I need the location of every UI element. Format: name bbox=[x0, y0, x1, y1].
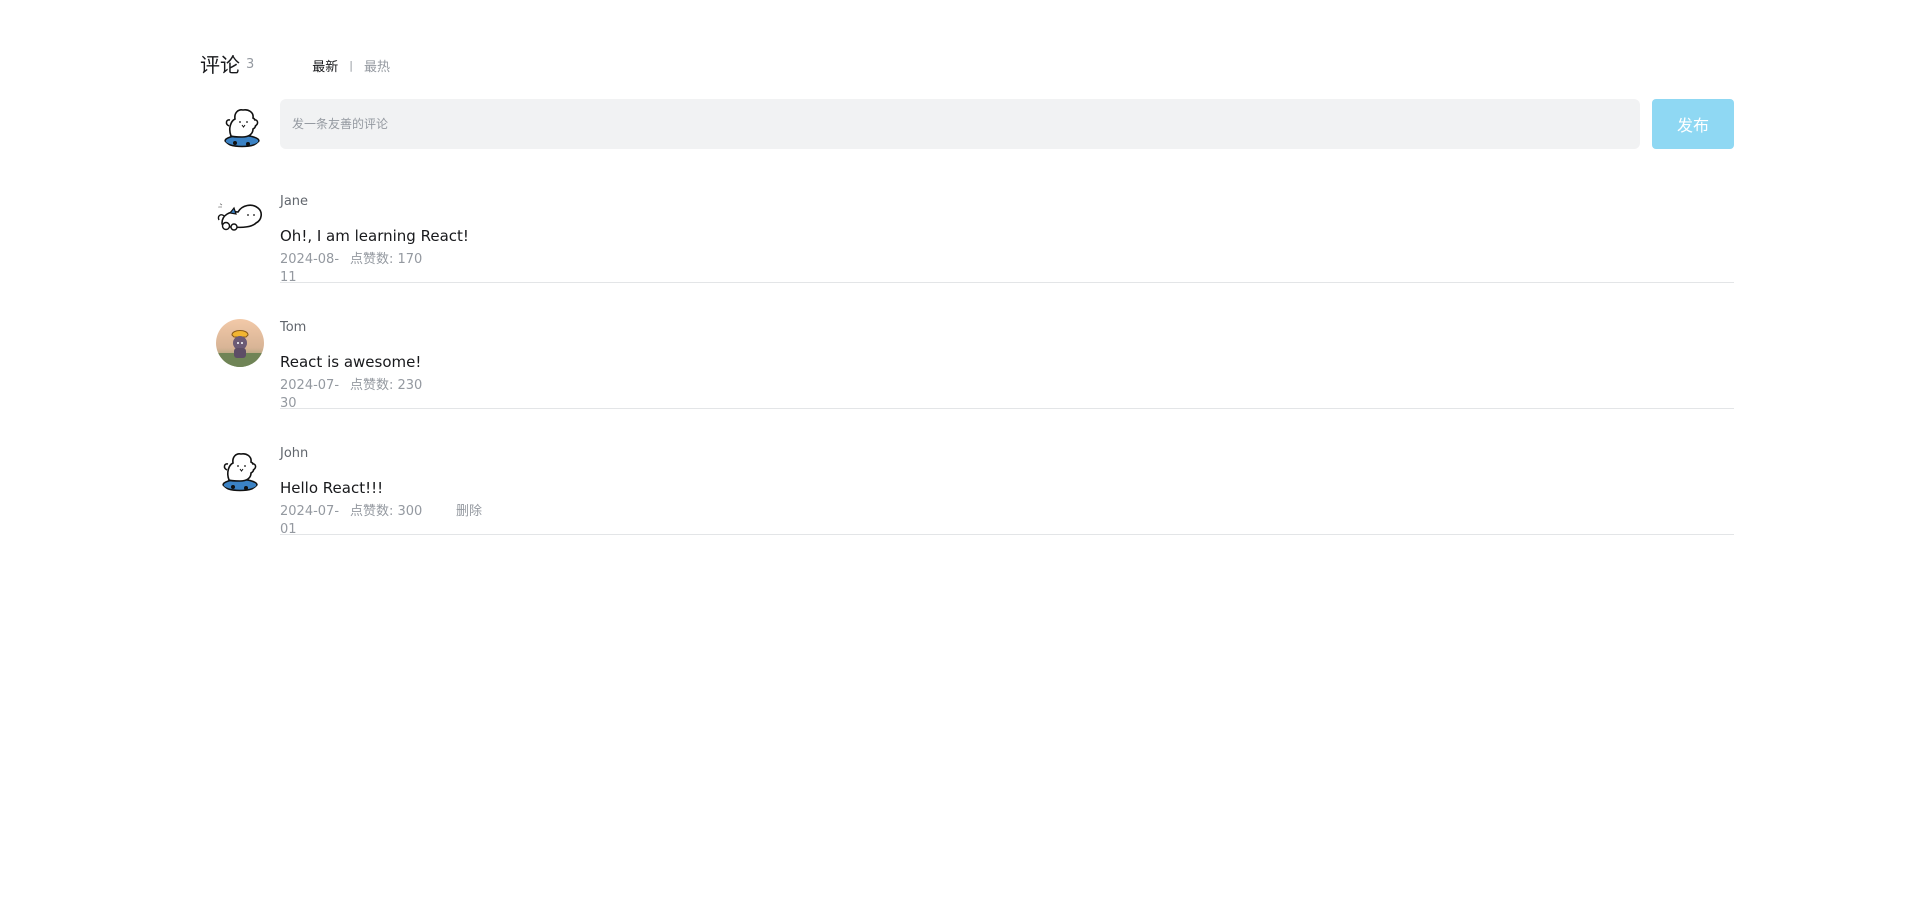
avatar bbox=[216, 319, 264, 367]
avatar bbox=[216, 445, 264, 493]
puppy-lying-avatar-icon bbox=[216, 193, 264, 241]
current-user-avatar bbox=[218, 101, 266, 149]
puppy-skateboard-avatar-icon bbox=[216, 445, 264, 493]
comment-input[interactable] bbox=[280, 99, 1640, 149]
comment-header: 评论 3 最新 | 最热 bbox=[200, 50, 390, 80]
comment-username[interactable]: Tom bbox=[280, 319, 306, 337]
publish-button[interactable]: 发布 bbox=[1652, 99, 1734, 149]
divider bbox=[280, 282, 1734, 283]
comment-text: React is awesome! bbox=[280, 353, 422, 371]
comment-text: Hello React!!! bbox=[280, 479, 384, 497]
sort-tabs: 最新 | 最热 bbox=[312, 56, 390, 75]
comment-item: Jane Oh!, I am learning React! 2024-08-1… bbox=[0, 193, 1920, 319]
sort-latest-tab[interactable]: 最新 bbox=[312, 56, 338, 75]
comment-username[interactable]: Jane bbox=[280, 193, 308, 211]
comment-item: John Hello React!!! 2024-07-01 点赞数: 300 … bbox=[0, 445, 1920, 571]
comment-title: 评论 bbox=[200, 53, 240, 77]
sort-hot-tab[interactable]: 最热 bbox=[364, 56, 390, 75]
divider bbox=[280, 534, 1734, 535]
divider bbox=[280, 408, 1734, 409]
comment-page: 评论 3 最新 | 最热 发布 bbox=[0, 0, 1920, 919]
puppy-skateboard-avatar-icon bbox=[218, 101, 266, 149]
comment-count: 3 bbox=[246, 57, 255, 72]
photo-avatar-icon bbox=[216, 319, 264, 367]
avatar bbox=[216, 193, 264, 241]
sort-separator: | bbox=[349, 58, 354, 72]
comment-username[interactable]: John bbox=[280, 445, 308, 463]
comment-item: Tom React is awesome! 2024-07-30 点赞数: 23… bbox=[0, 319, 1920, 445]
comment-text: Oh!, I am learning React! bbox=[280, 227, 469, 245]
